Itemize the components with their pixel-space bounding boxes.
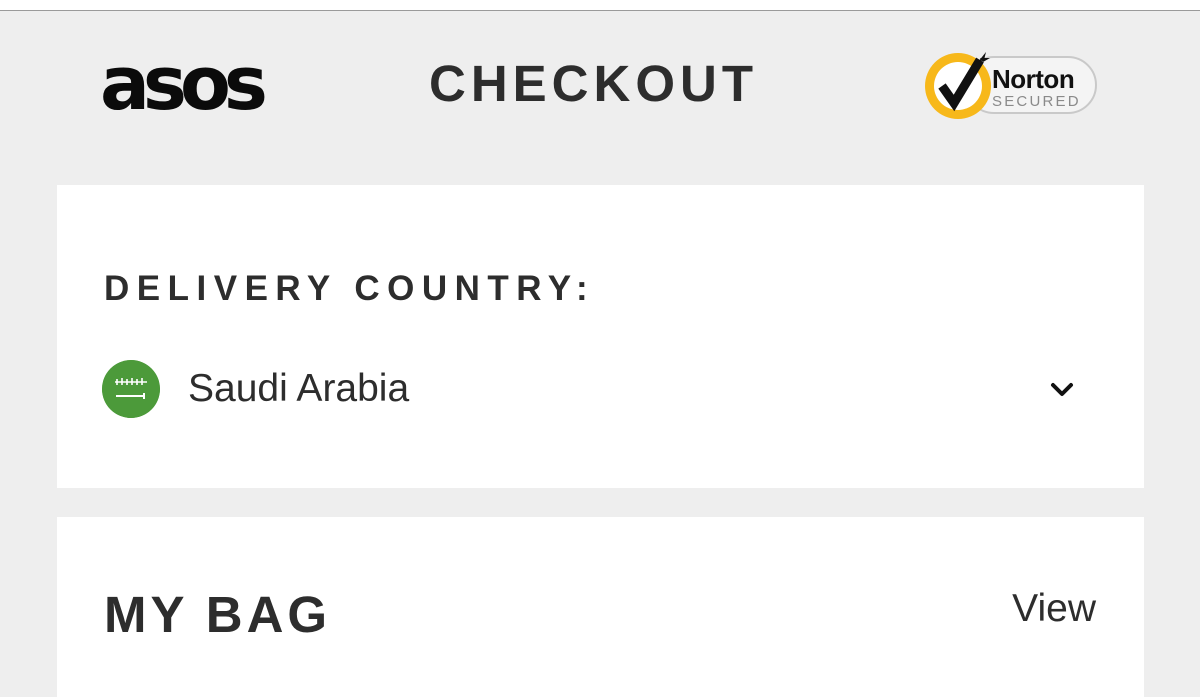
norton-secured-badge: Norton SECURED xyxy=(920,48,1100,130)
top-divider xyxy=(0,0,1200,11)
norton-name: Norton xyxy=(992,64,1075,94)
view-bag-link[interactable]: View xyxy=(1012,587,1096,631)
delivery-country-label: DELIVERY COUNTRY: xyxy=(104,269,596,308)
asos-logo[interactable]: asos xyxy=(100,47,268,121)
chevron-down-icon[interactable] xyxy=(1047,375,1077,405)
delivery-country-select[interactable]: Saudi Arabia xyxy=(57,345,1144,435)
checkout-header: asos CHECKOUT Norton SECURED xyxy=(0,12,1200,172)
norton-badge-text: Norton SECURED xyxy=(992,66,1081,109)
delivery-country-card: DELIVERY COUNTRY: Saudi Arabia xyxy=(57,185,1144,488)
saudi-arabia-flag-icon xyxy=(102,360,160,418)
selected-country: Saudi Arabia xyxy=(188,367,410,410)
my-bag-card: MY BAG View xyxy=(57,517,1144,697)
page-title: CHECKOUT xyxy=(429,55,758,112)
my-bag-title: MY BAG xyxy=(104,586,332,643)
norton-subtitle: SECURED xyxy=(992,93,1081,110)
